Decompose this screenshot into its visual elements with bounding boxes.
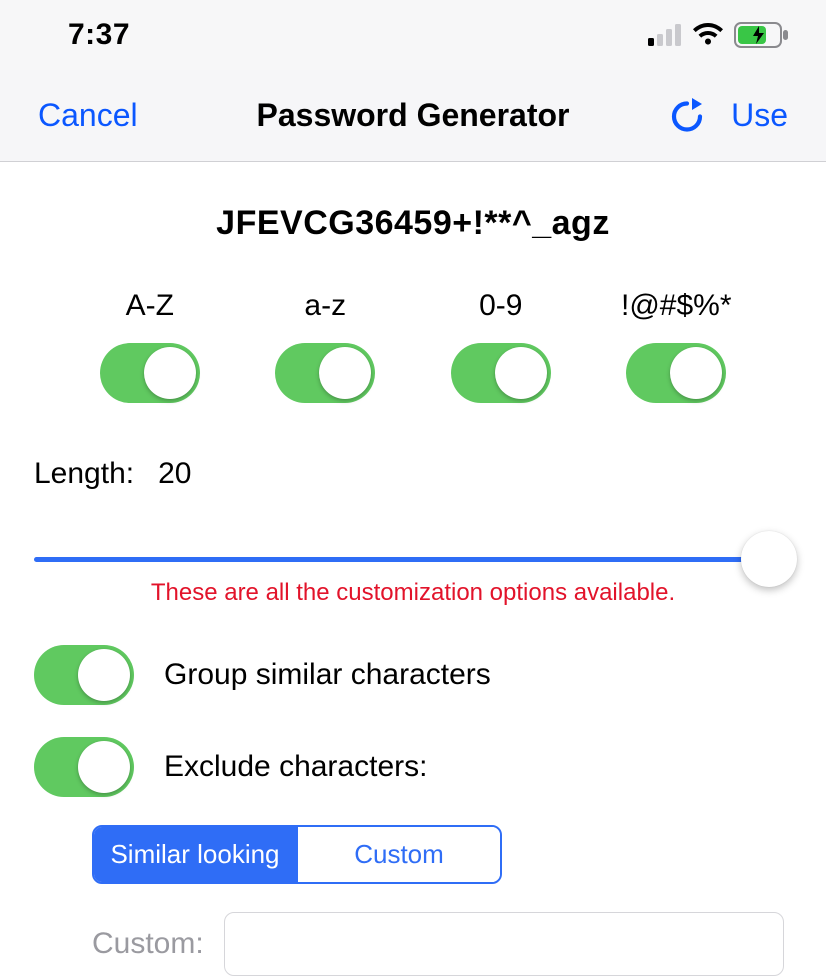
- group-similar-toggle[interactable]: [34, 645, 134, 705]
- group-similar-label: Group similar characters: [164, 658, 491, 692]
- charset-digits-toggle[interactable]: [451, 343, 551, 403]
- exclude-mode-segmented[interactable]: Similar looking Custom: [92, 825, 502, 884]
- charset-digits-label: 0-9: [479, 289, 522, 323]
- nav-bar: Cancel Password Generator Use: [0, 70, 826, 162]
- charset-row: A-Z a-z 0-9 !@#$%*: [34, 289, 792, 403]
- length-row: Length: 20: [34, 403, 792, 491]
- exclude-chars-label: Exclude characters:: [164, 750, 427, 784]
- refresh-button[interactable]: [669, 96, 705, 136]
- length-value: 20: [158, 457, 191, 491]
- slider-track: [34, 557, 792, 562]
- charset-lower-label: a-z: [304, 289, 346, 323]
- segment-similar-looking[interactable]: Similar looking: [94, 827, 296, 882]
- charset-digits: 0-9: [413, 289, 589, 403]
- custom-exclude-input[interactable]: [224, 912, 784, 976]
- segment-custom[interactable]: Custom: [296, 827, 500, 882]
- cellular-icon: [648, 24, 682, 46]
- slider-thumb[interactable]: [741, 531, 797, 587]
- exclude-chars-row: Exclude characters:: [34, 721, 792, 813]
- cancel-button[interactable]: Cancel: [38, 97, 138, 134]
- charset-upper: A-Z: [62, 289, 238, 403]
- charset-upper-label: A-Z: [126, 289, 174, 323]
- length-slider[interactable]: [34, 531, 792, 587]
- charset-symbols-label: !@#$%*: [621, 289, 732, 323]
- charset-lower-toggle[interactable]: [275, 343, 375, 403]
- length-label: Length:: [34, 457, 134, 491]
- wifi-icon: [692, 23, 724, 47]
- charset-symbols-toggle[interactable]: [626, 343, 726, 403]
- generated-password: JFEVCG36459+!**^_agz: [34, 162, 792, 289]
- use-button[interactable]: Use: [731, 97, 788, 134]
- status-bar: 7:37: [0, 0, 826, 70]
- custom-exclude-row: Custom:: [92, 912, 792, 976]
- battery-icon: [734, 22, 790, 48]
- charset-upper-toggle[interactable]: [100, 343, 200, 403]
- content: JFEVCG36459+!**^_agz A-Z a-z 0-9 !@#$%* …: [0, 162, 826, 976]
- status-time: 7:37: [68, 18, 130, 52]
- charset-lower: a-z: [238, 289, 414, 403]
- group-similar-row: Group similar characters: [34, 629, 792, 721]
- custom-exclude-label: Custom:: [92, 927, 204, 961]
- charset-symbols: !@#$%*: [589, 289, 765, 403]
- exclude-chars-toggle[interactable]: [34, 737, 134, 797]
- status-indicators: [648, 22, 790, 48]
